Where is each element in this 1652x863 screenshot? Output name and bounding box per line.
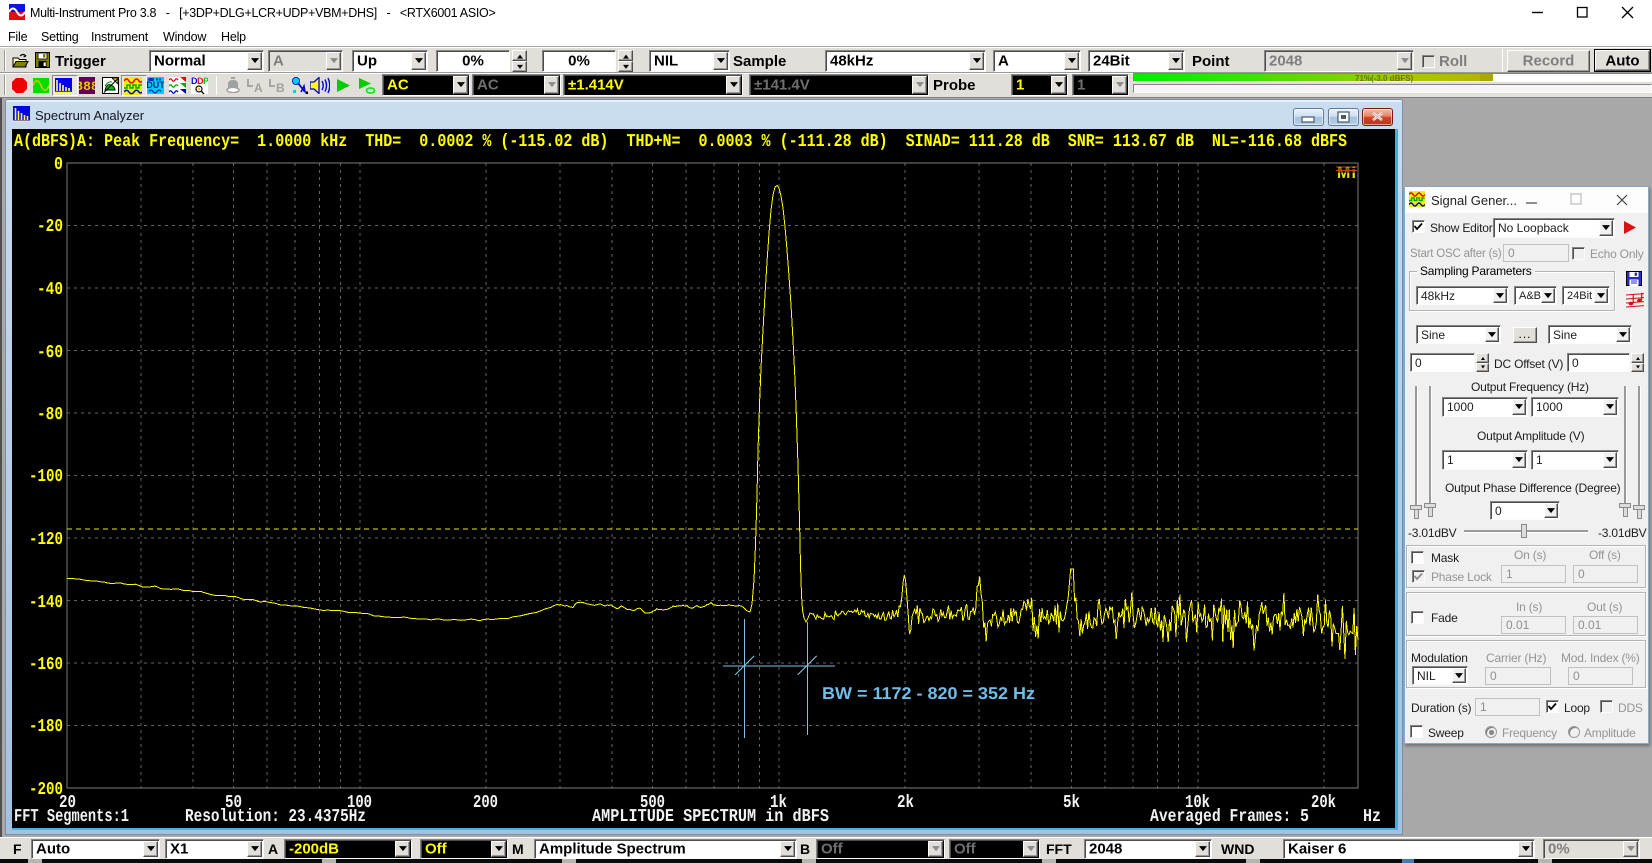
svg-text:Averaged Frames: 5: Averaged Frames: 5 bbox=[1150, 807, 1309, 827]
svg-text:5k: 5k bbox=[1063, 793, 1080, 813]
svg-text:-160: -160 bbox=[29, 655, 63, 675]
svg-text:888: 888 bbox=[79, 79, 95, 94]
svg-text:A(dBFS)A: Peak Frequency= 1.0: A(dBFS)A: Peak Frequency= 1.0000 kHz THD… bbox=[14, 132, 1347, 152]
svg-text:Mi: Mi bbox=[1337, 165, 1356, 182]
svg-text:-180: -180 bbox=[29, 717, 63, 737]
svg-text:AMPLITUDE SPECTRUM in dBFS: AMPLITUDE SPECTRUM in dBFS bbox=[592, 807, 829, 827]
svg-text:-120: -120 bbox=[29, 530, 63, 550]
svg-text:Resolution: 23.4375Hz: Resolution: 23.4375Hz bbox=[185, 807, 366, 827]
svg-text:-100: -100 bbox=[29, 467, 63, 487]
svg-text:FFT Segments:1: FFT Segments:1 bbox=[14, 807, 129, 827]
svg-text:Hz: Hz bbox=[1363, 807, 1381, 827]
svg-text:-20: -20 bbox=[37, 217, 63, 237]
svg-text:-140: -140 bbox=[29, 593, 63, 613]
svg-text:BW = 1172 - 820 = 352 Hz: BW = 1172 - 820 = 352 Hz bbox=[822, 684, 1035, 703]
svg-text:-60: -60 bbox=[37, 343, 63, 363]
svg-text:-200: -200 bbox=[29, 780, 63, 800]
svg-text:-80: -80 bbox=[37, 405, 63, 425]
svg-text:20k: 20k bbox=[1311, 793, 1336, 813]
svg-text:DUT: DUT bbox=[147, 80, 164, 90]
svg-text:B: B bbox=[276, 81, 285, 93]
svg-text:200: 200 bbox=[473, 793, 498, 813]
svg-text:A: A bbox=[254, 81, 263, 93]
svg-text:0: 0 bbox=[54, 155, 63, 175]
svg-text:-40: -40 bbox=[37, 280, 63, 300]
svg-text:P: P bbox=[203, 77, 208, 86]
svg-text:2k: 2k bbox=[897, 793, 914, 813]
